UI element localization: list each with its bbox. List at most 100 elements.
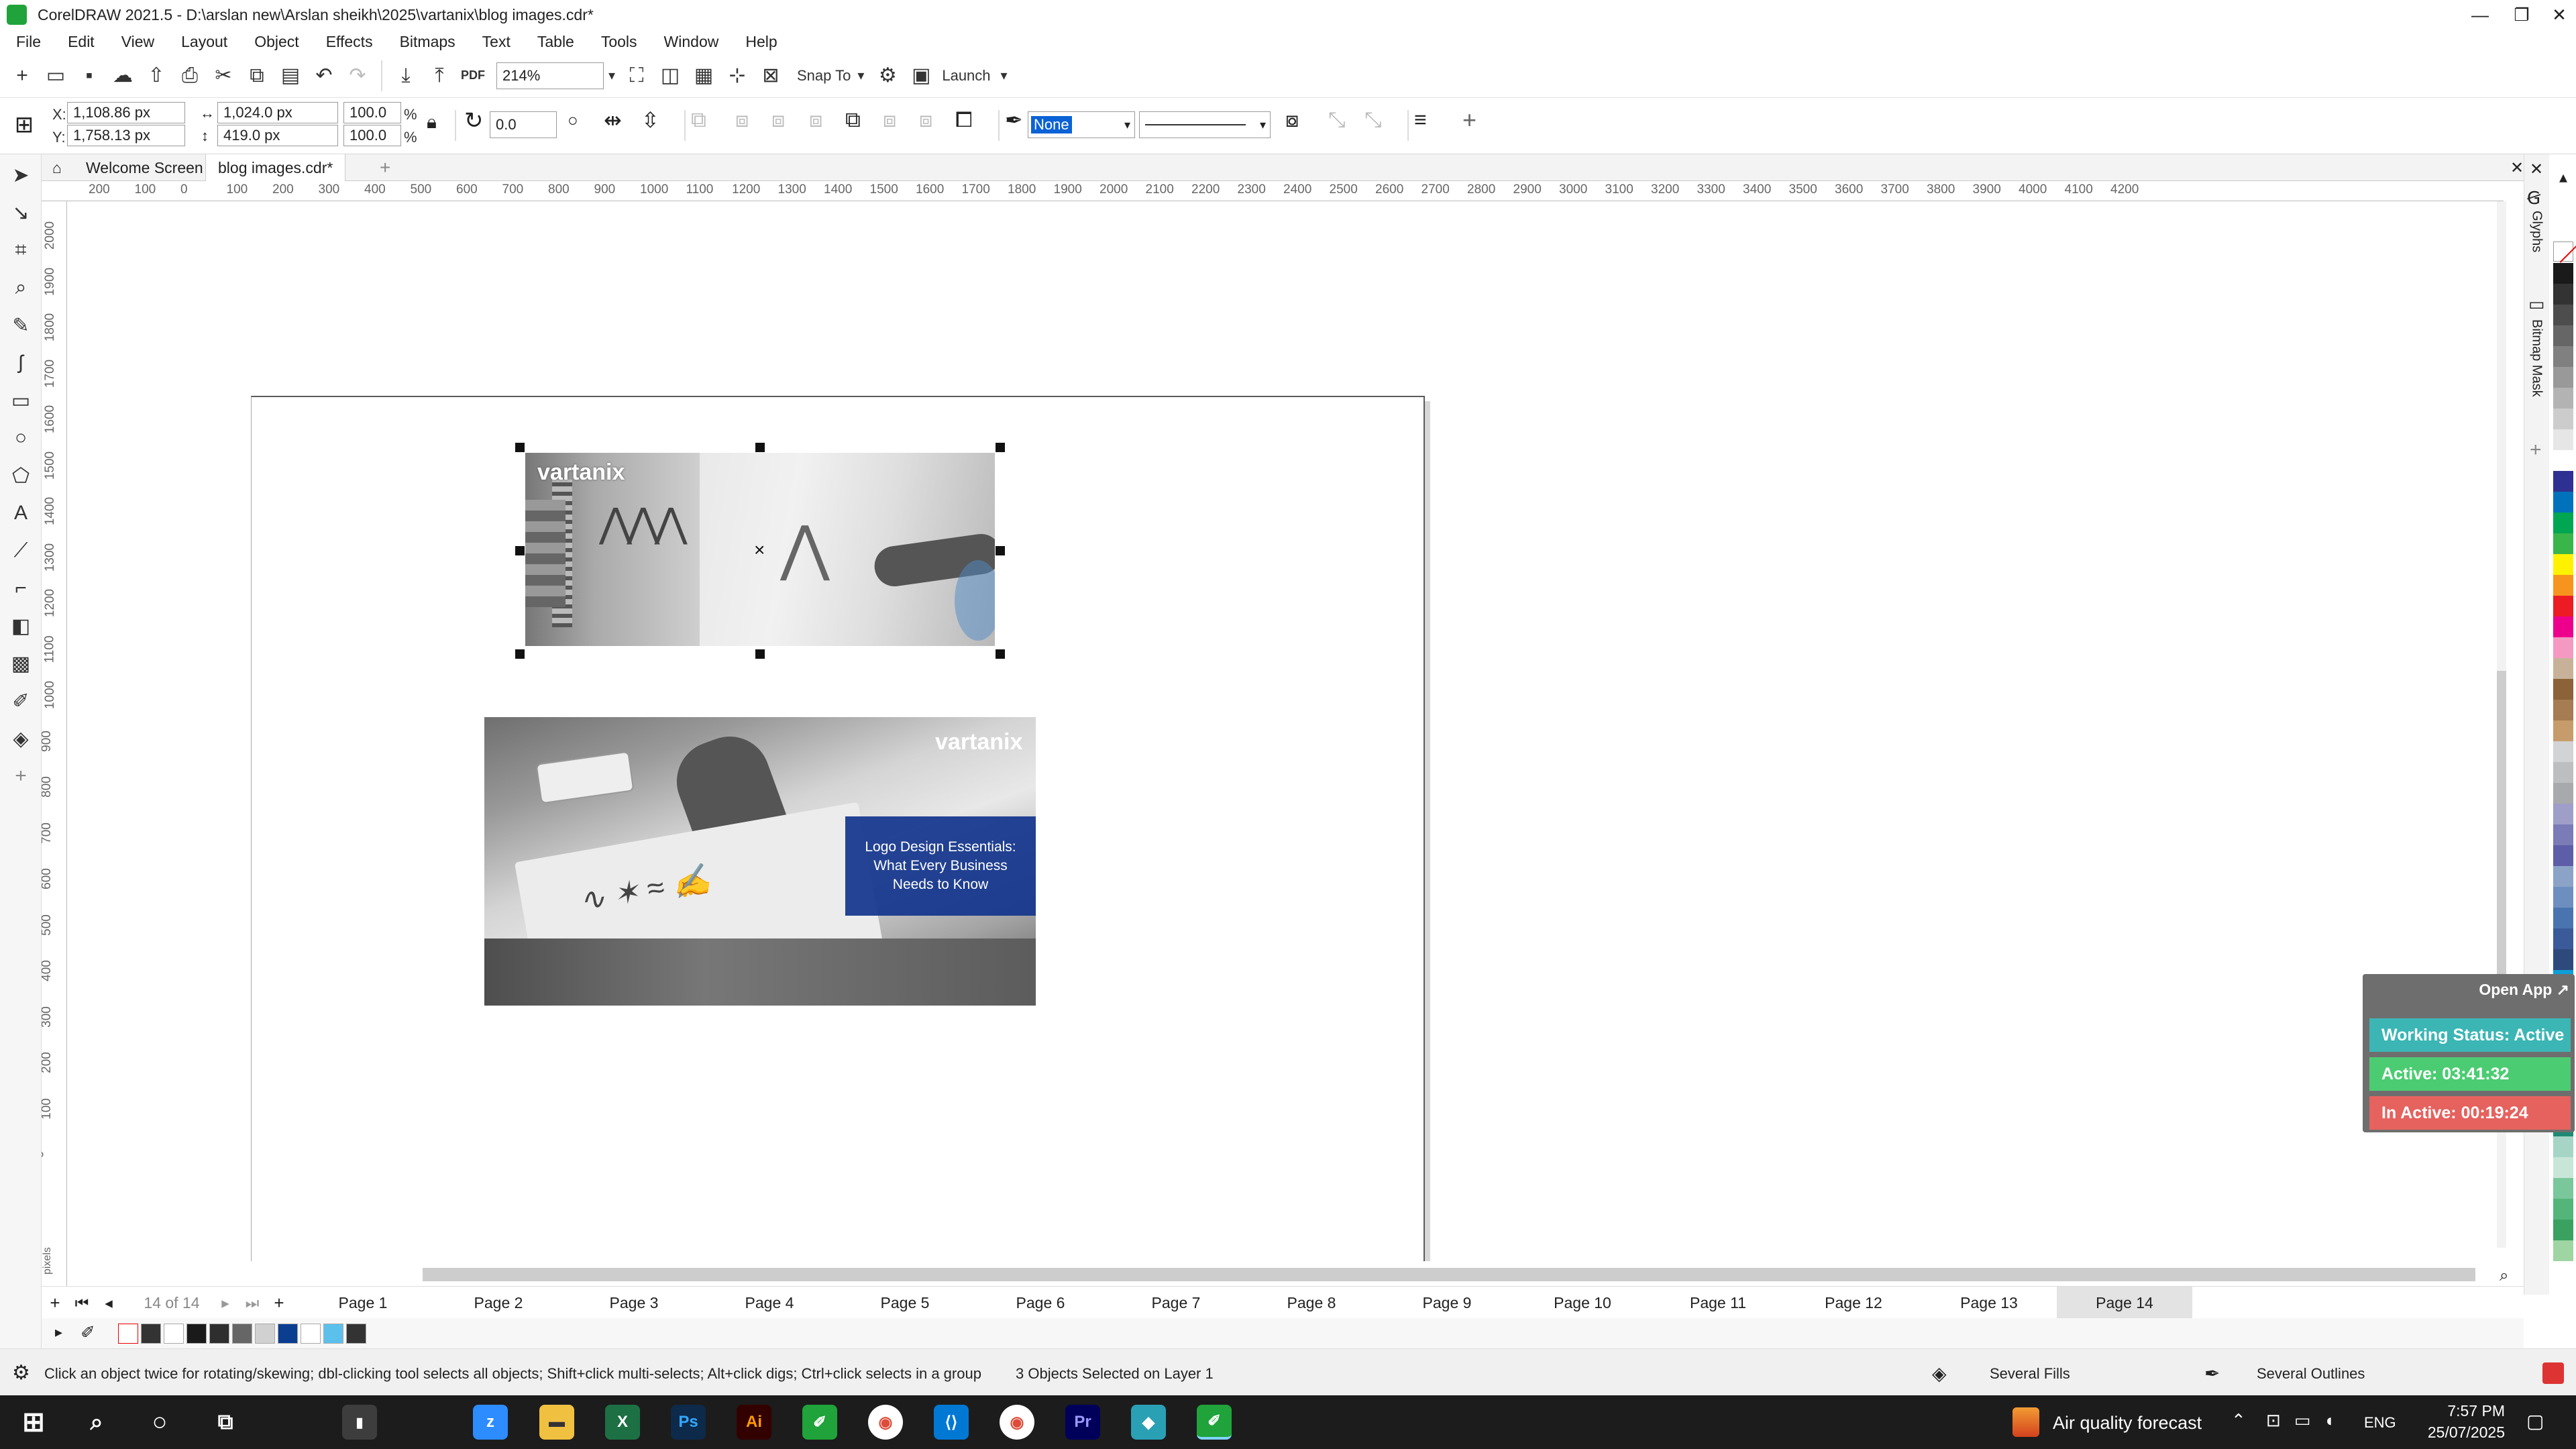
trim-icon[interactable]: ⧈ xyxy=(771,107,785,133)
document-color-swatch[interactable] xyxy=(255,1324,275,1344)
chrome-icon[interactable]: ◉ xyxy=(868,1405,903,1440)
shape-tool-icon[interactable]: ↘ xyxy=(7,199,35,227)
palette-swatch[interactable] xyxy=(2553,700,2573,720)
fill-icon[interactable]: ◈ xyxy=(1932,1362,1947,1385)
palette-swatch[interactable] xyxy=(2553,429,2573,450)
cloud-save-icon[interactable]: ☁ xyxy=(106,59,140,93)
status-gear-icon[interactable]: ⚙ xyxy=(12,1361,30,1385)
text-tool-icon[interactable]: A xyxy=(7,499,35,527)
palette-swatch[interactable] xyxy=(2553,450,2573,471)
next-page-icon[interactable]: ▸ xyxy=(212,1287,239,1319)
zoom-tool-icon[interactable]: ⌕ xyxy=(7,274,35,302)
home-icon[interactable]: ⌂ xyxy=(44,154,70,181)
palette-swatch[interactable] xyxy=(2553,305,2573,325)
back-minus-front-icon[interactable]: ⧈ xyxy=(919,107,932,133)
tab-welcome-screen[interactable]: Welcome Screen xyxy=(74,154,215,181)
palette-swatch[interactable] xyxy=(2553,1199,2573,1220)
document-color-swatch[interactable] xyxy=(346,1324,366,1344)
menu-file[interactable]: File xyxy=(16,33,41,51)
outline-pen-icon[interactable]: ✒ xyxy=(1005,107,1023,133)
weld-icon[interactable]: ⧈ xyxy=(735,107,749,133)
last-page-icon[interactable]: ⏭ xyxy=(239,1287,266,1319)
new-tab-icon[interactable]: + xyxy=(368,154,402,181)
page-tab[interactable]: Page 1 xyxy=(295,1287,431,1319)
illustrator-icon[interactable]: Ai xyxy=(737,1405,771,1440)
print-icon[interactable]: ⎙ xyxy=(173,59,207,93)
menu-table[interactable]: Table xyxy=(537,33,574,51)
app-diamond-icon[interactable]: ◆ xyxy=(1131,1405,1166,1440)
selection-handle-tc[interactable] xyxy=(755,443,765,452)
vertical-scroll-thumb[interactable] xyxy=(2497,671,2506,979)
palette-scroll-up-icon[interactable]: ▴ xyxy=(2553,168,2573,192)
drop-shadow-icon[interactable]: ◧ xyxy=(7,612,35,640)
menu-edit[interactable]: Edit xyxy=(68,33,95,51)
premiere-icon[interactable]: Pr xyxy=(1065,1405,1100,1440)
drawing-canvas[interactable]: vartanix ⋀⋀⋀ ⋀ × ∿ ✶ ≈ ✍ vartanix Logo D… xyxy=(67,201,2502,1261)
document-color-swatch[interactable] xyxy=(164,1324,184,1344)
notification-icon[interactable] xyxy=(2542,1362,2564,1384)
line-style-dropdown-icon[interactable]: ▾ xyxy=(1260,118,1266,132)
add-property-icon[interactable]: + xyxy=(1462,106,1477,134)
close-button[interactable]: ✕ xyxy=(2530,0,2576,30)
quick-trace-icon[interactable]: ⤡ xyxy=(1328,107,1346,133)
palette-swatch[interactable] xyxy=(2553,845,2573,866)
open-app-link[interactable]: Open App ↗ xyxy=(2479,981,2569,999)
outline-dropdown-icon[interactable]: ▾ xyxy=(1124,118,1130,132)
scale-width-field[interactable]: 100.0 xyxy=(343,102,401,123)
page-tab[interactable]: Page 6 xyxy=(973,1287,1108,1319)
launch-dropdown-icon[interactable]: ▾ xyxy=(991,59,1018,93)
bitmap-mask-tab[interactable]: Bitmap Mask xyxy=(2524,319,2548,433)
full-screen-icon[interactable]: ⛶ xyxy=(620,59,653,93)
menu-effects[interactable]: Effects xyxy=(326,33,373,51)
cloud-upload-icon[interactable]: ⇧ xyxy=(140,59,173,93)
palette-swatch[interactable] xyxy=(2553,284,2573,305)
palette-swatch[interactable] xyxy=(2553,658,2573,679)
zoom-level-field[interactable]: 214% xyxy=(496,62,604,89)
page-tab[interactable]: Page 5 xyxy=(837,1287,973,1319)
options-gear-icon[interactable]: ⚙ xyxy=(871,59,904,93)
network-icon[interactable]: ▭ xyxy=(2294,1410,2311,1431)
selection-handle-tl[interactable] xyxy=(515,443,525,452)
page-tab[interactable]: Page 3 xyxy=(566,1287,702,1319)
menu-window[interactable]: Window xyxy=(664,33,719,51)
line-style-select[interactable]: ▾ xyxy=(1139,111,1271,138)
add-page-before-icon[interactable]: + xyxy=(42,1287,68,1319)
palette-swatch[interactable] xyxy=(2553,783,2573,804)
create-boundary-icon[interactable]: ⧠ xyxy=(955,107,973,133)
palette-swatch[interactable] xyxy=(2553,928,2573,949)
freehand-tool-icon[interactable]: ✎ xyxy=(7,311,35,339)
cortana-icon[interactable]: ○ xyxy=(142,1405,177,1440)
add-tool-icon[interactable]: + xyxy=(7,762,35,790)
mirror-horizontal-icon[interactable]: ⇹ xyxy=(604,107,622,133)
height-field[interactable]: 419.0 px xyxy=(217,125,338,146)
document-color-swatch[interactable] xyxy=(323,1324,343,1344)
document-color-swatch[interactable] xyxy=(209,1324,229,1344)
parallel-dimension-icon[interactable]: ⟋ xyxy=(7,537,35,565)
page-tab[interactable]: Page 2 xyxy=(431,1287,566,1319)
palette-swatch[interactable] xyxy=(2553,575,2573,596)
page-tab[interactable]: Page 14 xyxy=(2057,1287,2192,1319)
page-tab[interactable]: Page 8 xyxy=(1244,1287,1379,1319)
simplify-icon[interactable]: ⧉ xyxy=(845,107,861,133)
page-tab[interactable]: Page 4 xyxy=(702,1287,837,1319)
show-rulers-icon[interactable]: ◫ xyxy=(653,59,687,93)
palette-swatch[interactable] xyxy=(2553,866,2573,887)
palette-eyedropper-icon[interactable]: ✐ xyxy=(80,1322,95,1343)
x-position-field[interactable]: 1,108.86 px xyxy=(67,102,185,123)
zoom-app-icon[interactable]: z xyxy=(473,1405,508,1440)
excel-icon[interactable]: X xyxy=(605,1405,640,1440)
palette-swatch[interactable] xyxy=(2553,1220,2573,1240)
terminal-icon[interactable]: ▮ xyxy=(342,1405,377,1440)
new-document-icon[interactable]: + xyxy=(5,59,39,93)
selection-handle-bl[interactable] xyxy=(515,649,525,659)
intersect-icon[interactable]: ⧈ xyxy=(809,107,822,133)
palette-expand-icon[interactable]: ▸ xyxy=(55,1324,62,1341)
front-minus-back-icon[interactable]: ⧈ xyxy=(883,107,896,133)
menu-layout[interactable]: Layout xyxy=(181,33,227,51)
crop-tool-icon[interactable]: ⌗ xyxy=(7,236,35,264)
coreldraw-taskbar-icon[interactable]: ✐ xyxy=(802,1405,837,1440)
menu-view[interactable]: View xyxy=(121,33,154,51)
horizontal-scroll-thumb[interactable] xyxy=(423,1268,2475,1281)
menu-help[interactable]: Help xyxy=(745,33,777,51)
selection-handle-bc[interactable] xyxy=(755,649,765,659)
